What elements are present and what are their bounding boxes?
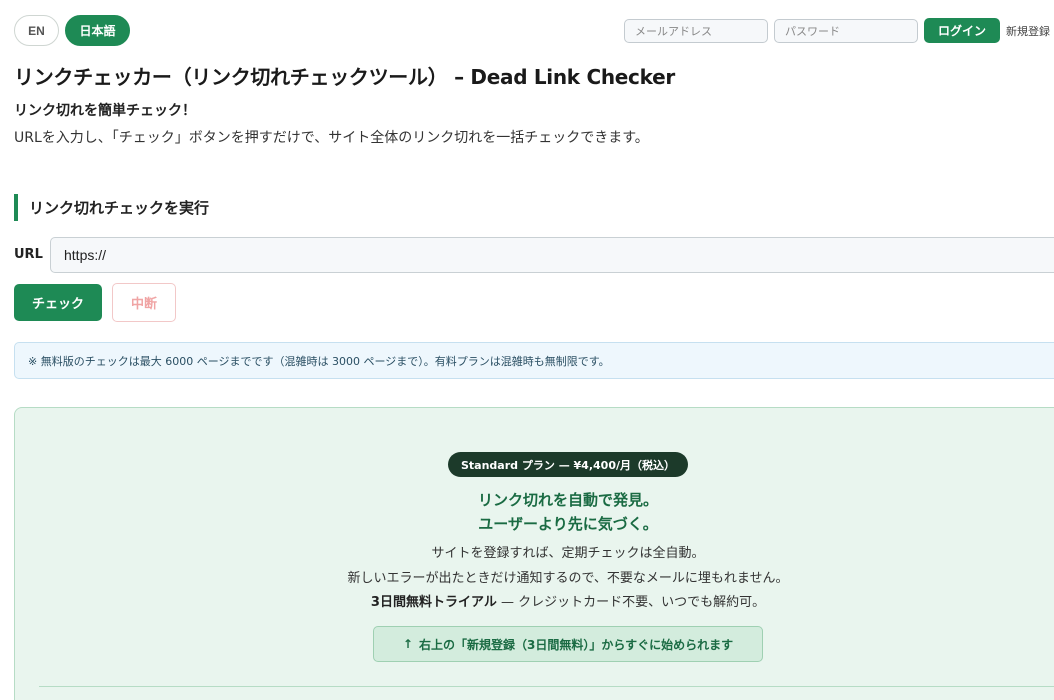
page-title: リンクチェッカー（リンク切れチェックツール） – Dead Link Check… [14,65,675,89]
top-bar: EN 日本語 ログイン 新規登録 [0,0,1054,62]
free-plan-notice: ※ 無料版のチェックは最大 6000 ページまでです（混雑時は 3000 ページ… [14,342,1054,379]
stop-button[interactable]: 中断 [112,283,176,322]
description: URLを入力し、「チェック」ボタンを押すだけで、サイト全体のリンク切れを一括チェ… [14,130,649,146]
lang-ja-button[interactable]: 日本語 [65,15,130,46]
lang-en-button[interactable]: EN [14,15,59,46]
email-input[interactable] [624,19,768,43]
signup-hint-box: ↑ 右上の「新規登録（3日間無料）」からすぐに始められます [373,626,763,662]
check-button[interactable]: チェック [14,284,102,321]
url-input[interactable] [50,237,1054,273]
promo-body-2: 新しいエラーが出たときだけ通知するので、不要なメールに埋もれません。 [347,571,789,586]
tagline: リンク切れを簡単チェック！ [14,103,196,119]
login-button[interactable]: ログイン [924,18,1000,43]
promo-headline-1: リンク切れを自動で発見。 [477,491,658,509]
promo-divider [39,686,1054,687]
trial-rest: — クレジットカード不要、いつでも解約可。 [496,595,766,610]
signup-hint-text: 右上の「新規登録（3日間無料）」からすぐに始められます [418,637,734,652]
promo-body-1: サイトを登録すれば、定期チェックは全自動。 [431,546,705,561]
promo-trial-line: 3日間無料トライアル — クレジットカード不要、いつでも解約可。 [0,591,1054,610]
trial-bold: 3日間無料トライアル [370,595,497,610]
password-input[interactable] [774,19,918,43]
plan-badge: Standard プラン — ¥4,400/月（税込） [448,452,688,477]
url-label: URL [14,247,43,262]
promo-headline-2: ユーザーより先に気づく。 [478,515,658,533]
arrow-up-icon: ↑ [402,637,413,651]
section-heading: リンク切れチェックを実行 [14,194,209,221]
register-link[interactable]: 新規登録 [1006,23,1050,39]
